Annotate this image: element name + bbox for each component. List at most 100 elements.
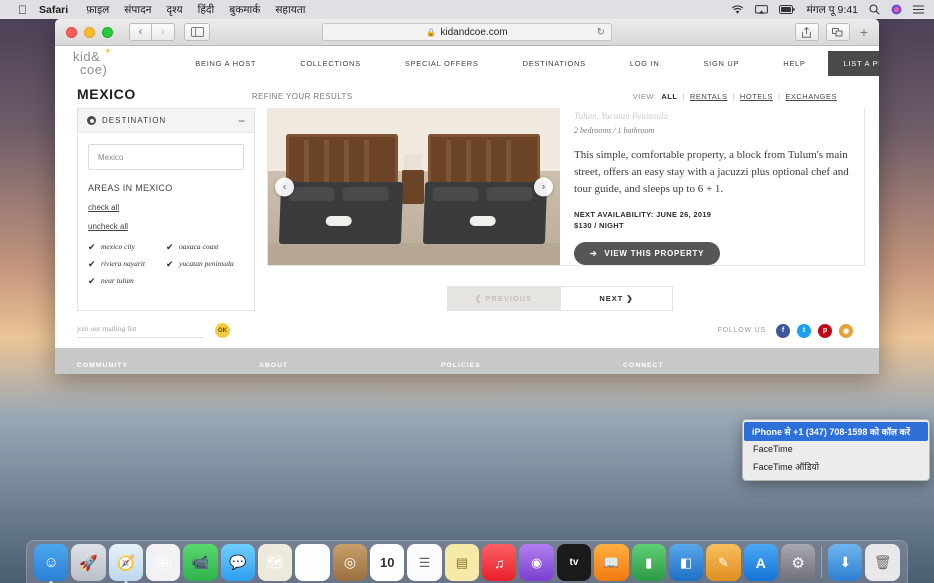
list-a-property-button[interactable]: LIST A PROPERTY [828,51,879,76]
dock-icon-notes[interactable]: ▤ [445,544,479,581]
menu-item-help[interactable]: सहायता [275,3,305,17]
twitter-icon[interactable]: t [797,324,811,338]
lock-icon: 🔒 [426,28,436,37]
browser-toolbar: ‹ › 🔒 kidandcoe.com ↻ + [55,19,879,46]
control-center-icon[interactable] [913,5,924,14]
dock-icon-books[interactable]: 📖 [594,544,628,581]
dock-icon-app-store[interactable]: A [744,544,778,581]
site-logo[interactable]: ✦ kid& coe) [73,50,107,76]
collapse-icon[interactable]: − [238,115,245,127]
property-listing-card[interactable]: ‹ › Tulum, Yucatan Peninsula 2 bedrooms … [267,108,865,266]
menu-item-view[interactable]: दृश्य [166,3,182,17]
maximize-window-button[interactable] [102,27,113,38]
dock-icon-photos[interactable]: ❁ [295,544,329,581]
dock-icon-numbers[interactable]: ▮ [632,544,666,581]
area-label: near tulum [101,276,134,285]
minimize-window-button[interactable] [84,27,95,38]
dock-icon-finder[interactable]: ☺ [34,544,68,581]
dock-icon-messages[interactable]: 💬 [221,544,255,581]
dock-icon-reminders[interactable]: ☰ [407,544,441,581]
nav-special-offers[interactable]: SPECIAL OFFERS [383,59,501,68]
dock-icon-podcasts[interactable]: ◉ [519,544,553,581]
pinterest-icon[interactable]: p [818,324,832,338]
new-tab-button[interactable]: + [857,24,871,40]
menu-item-edit[interactable]: संपादन [124,3,151,17]
nav-sign-up[interactable]: SIGN UP [681,59,761,68]
next-page-button[interactable]: NEXT ❯ [560,286,673,311]
menu-item-facetime[interactable]: FaceTime [743,441,929,457]
dock-icon-system-preferences[interactable]: ⚙ [781,544,815,581]
sidebar-toggle-icon[interactable] [184,23,210,41]
nav-collections[interactable]: COLLECTIONS [278,59,383,68]
view-button-label: VIEW THIS PROPERTY [604,249,704,258]
view-filter-all[interactable]: ALL [661,92,677,101]
dock-icon-contacts[interactable]: ◎ [333,544,367,581]
dock-icon-tv[interactable]: tv [557,544,591,581]
dock-icon-music[interactable]: ♫ [482,544,516,581]
check-all-link[interactable]: check all [88,203,244,212]
menu-item-call-with-iphone[interactable]: iPhone से +1 (347) 708-1598 को कॉल करें [744,422,928,441]
dock-icon-maps[interactable]: 🗺 [258,544,292,581]
nav-being-a-host[interactable]: BEING A HOST [173,59,278,68]
destination-filter-header[interactable]: DESTINATION − [78,109,254,133]
dock-icon-launchpad[interactable]: 🚀 [71,544,105,581]
facebook-icon[interactable]: f [776,324,790,338]
dock-icon-safari[interactable]: 🧭 [109,544,143,581]
area-checkbox-mexico-city[interactable]: ✔ mexico city [88,242,166,251]
menu-item-file[interactable]: फ़ाइल [86,3,109,17]
battery-icon[interactable] [779,5,795,14]
footer-column-community: COMMUNITY BEING A GUEST BECOMING A HOST … [77,362,259,374]
bed-right [423,182,547,244]
mailing-list-input[interactable]: join our mailing list [77,324,205,338]
close-window-button[interactable] [66,27,77,38]
menu-item-history[interactable]: हिंदी [198,3,215,17]
area-checkbox-riviera-nayarit[interactable]: ✔ riviera nayarit [88,259,166,268]
forward-button[interactable]: › [152,23,175,41]
dock-icon-pages[interactable]: ✎ [706,544,740,581]
photo-prev-button[interactable]: ‹ [275,177,294,196]
back-button[interactable]: ‹ [129,23,152,41]
lamp [404,154,422,170]
logo-star-icon: ✦ [104,47,112,56]
view-this-property-button[interactable]: ➔ VIEW THIS PROPERTY [574,242,720,265]
dock-icon-calendar[interactable]: 10 [370,544,404,581]
instagram-icon[interactable]: ◉ [839,324,853,338]
airplay-icon[interactable] [755,5,768,15]
dock-icon-facetime[interactable]: 📹 [183,544,217,581]
view-filter-hotels[interactable]: HOTELS [740,92,773,101]
view-sep-1: | [682,92,684,101]
destination-search-input[interactable]: Mexico [88,144,244,170]
checkmark-icon: ✔ [88,260,96,268]
reload-icon[interactable]: ↻ [597,27,605,38]
dock-icon-trash[interactable]: 🗑 [865,544,899,581]
wifi-icon[interactable] [731,5,744,15]
mailing-list-ok-button[interactable]: OK [215,323,230,338]
apple-menu-icon[interactable]:  [18,4,27,16]
siri-icon[interactable] [891,4,902,15]
view-filter-rentals[interactable]: RENTALS [690,92,728,101]
area-checkbox-near-tulum[interactable]: ✔ near tulum [88,276,166,285]
menu-app-name[interactable]: Safari [39,4,68,16]
uncheck-all-link[interactable]: uncheck all [88,222,244,231]
search-icon[interactable] [869,4,880,15]
page-title: MEXICO [77,86,136,102]
view-filter-exchanges[interactable]: EXCHANGES [785,92,837,101]
property-photo[interactable]: ‹ › [268,108,560,265]
area-checkbox-oaxaca-coast[interactable]: ✔ oaxaca coast [166,242,244,251]
menu-item-bookmarks[interactable]: बुकमार्क [229,3,260,17]
photo-next-button[interactable]: › [534,177,553,196]
share-icon[interactable] [795,23,819,41]
area-checkbox-yucatan-peninsula[interactable]: ✔ yucatan peninsula [166,259,244,268]
menu-bar-clock[interactable]: मंगल पू 9:41 [806,3,858,17]
dock-icon-keynote[interactable]: ◧ [669,544,703,581]
dock-icon-preview[interactable]: 🖼 [146,544,180,581]
nav-buttons: ‹ › [129,23,175,41]
view-filter-group: VIEW: ALL | RENTALS | HOTELS | EXCHANGES [633,92,865,102]
address-bar[interactable]: 🔒 kidandcoe.com ↻ [322,23,612,41]
menu-item-facetime-audio[interactable]: FaceTime ऑडियो [743,457,929,476]
nav-destinations[interactable]: DESTINATIONS [501,59,608,68]
nav-log-in[interactable]: LOG IN [608,59,682,68]
dock-icon-downloads[interactable]: ⬇ [828,544,862,581]
nav-help[interactable]: HELP [761,59,827,68]
tabs-overview-icon[interactable] [826,23,850,41]
